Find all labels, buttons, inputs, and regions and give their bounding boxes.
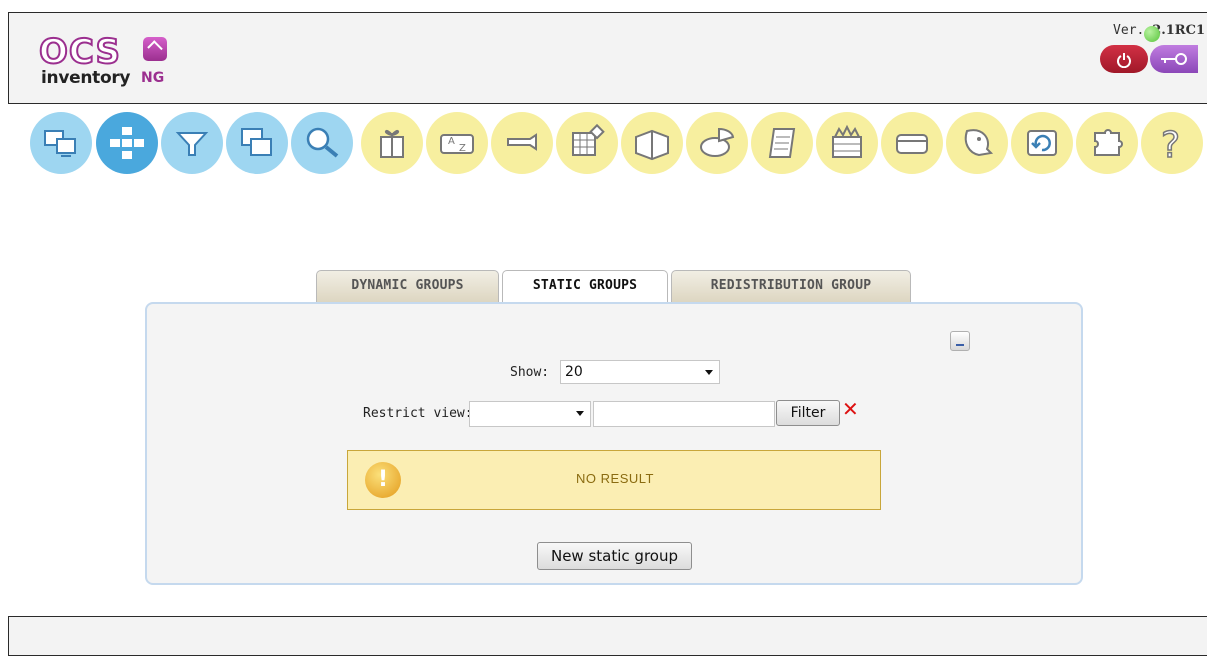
pie-chart-icon[interactable]: [686, 112, 748, 174]
account-button[interactable]: [1150, 45, 1198, 73]
network-icon[interactable]: [96, 112, 158, 174]
firewall-icon[interactable]: [816, 112, 878, 174]
logo-badge-icon: [143, 37, 167, 61]
new-static-group-button[interactable]: New static group: [537, 542, 692, 570]
search-icon[interactable]: [291, 112, 353, 174]
svg-text:Z: Z: [459, 143, 466, 154]
table-icon[interactable]: [556, 112, 618, 174]
tab-static-groups[interactable]: STATIC GROUPS: [502, 270, 668, 304]
logo-product: inventory: [41, 68, 131, 88]
tab-dynamic-groups[interactable]: DYNAMIC GROUPS: [316, 270, 499, 302]
page-size-value: 20: [565, 364, 583, 380]
windows-icon[interactable]: [226, 112, 288, 174]
sort-az-icon[interactable]: AZ: [426, 112, 488, 174]
user-icon[interactable]: [946, 112, 1008, 174]
show-label: Show:: [510, 365, 550, 380]
chevron-down-icon: [705, 370, 713, 375]
svg-text:?: ?: [1161, 125, 1180, 163]
restrict-value-input[interactable]: [593, 401, 775, 427]
status-indicator-icon: [1144, 26, 1160, 42]
document-icon[interactable]: [751, 112, 813, 174]
restore-icon[interactable]: [1011, 112, 1073, 174]
chevron-down-icon: [576, 411, 584, 416]
main-menu-toolbar: AZ ?: [30, 112, 1203, 176]
puzzle-icon[interactable]: [1076, 112, 1138, 174]
no-result-message: ! NO RESULT: [347, 450, 881, 510]
wrench-icon[interactable]: [491, 112, 553, 174]
power-icon: [1116, 49, 1132, 68]
footer: [8, 616, 1207, 656]
collapse-panel-button[interactable]: [950, 331, 970, 351]
logout-button[interactable]: [1100, 45, 1148, 73]
version-number: 2.1RC1: [1152, 23, 1205, 38]
page-size-select[interactable]: 20: [560, 360, 720, 384]
filter-button[interactable]: Filter: [776, 400, 840, 426]
restrict-view-label: Restrict view:: [363, 406, 473, 421]
book-icon[interactable]: [621, 112, 683, 174]
restrict-field-select[interactable]: [469, 401, 591, 427]
filter-icon[interactable]: [161, 112, 223, 174]
gift-icon[interactable]: [361, 112, 423, 174]
key-icon: [1159, 51, 1189, 67]
ocs-logo[interactable]: OCS inventory NG: [38, 32, 169, 91]
card-icon[interactable]: [881, 112, 943, 174]
static-groups-panel: Show: 20 Restrict view: Filter ✕ ! NO RE…: [145, 302, 1083, 585]
computers-icon[interactable]: [30, 112, 92, 174]
version-prefix: Ver.: [1113, 23, 1145, 38]
no-result-text: NO RESULT: [576, 471, 654, 486]
logo-suffix: NG: [141, 70, 165, 86]
help-icon[interactable]: ?: [1141, 112, 1203, 174]
header: OCS inventory NG Ver. 2.1RC1: [8, 12, 1207, 104]
clear-filter-icon[interactable]: ✕: [842, 397, 859, 421]
logo-brand: OCS: [38, 32, 121, 72]
tab-redistribution-group[interactable]: REDISTRIBUTION GROUP: [671, 270, 911, 302]
svg-text:A: A: [448, 136, 455, 147]
